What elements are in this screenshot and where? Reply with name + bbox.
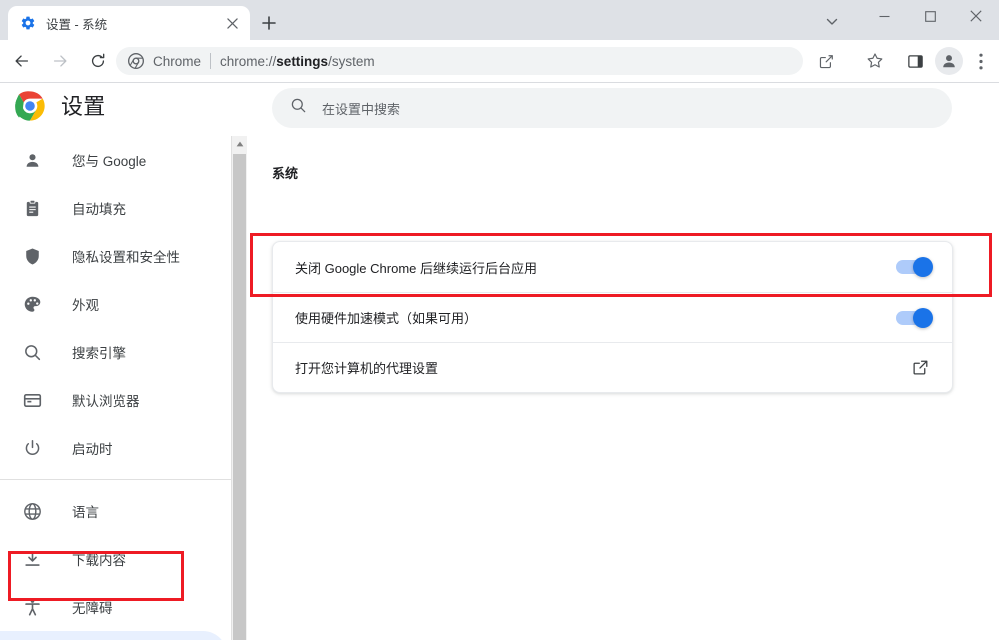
sidebar-item-autofill[interactable]: 自动填充 [0,184,227,232]
share-icon[interactable] [812,47,840,75]
setting-label: 使用硬件加速模式（如果可用） [295,311,478,326]
tab-strip: 设置 - 系统 [0,0,999,40]
window-close-button[interactable] [953,0,999,32]
accessibility-icon [22,597,42,617]
settings-main-content: 系统 关闭 Google Chrome 后继续运行后台应用 使用硬件加速模式（如… [248,136,999,640]
sidebar-item-label: 下载内容 [72,553,126,568]
sidebar-item-label: 自动填充 [72,202,126,217]
window-maximize-button[interactable] [907,0,953,32]
sidebar-item-default-browser[interactable]: 默认浏览器 [0,376,227,424]
browser-window: 设置 - 系统 Chrome chrome://settings/system … [0,0,999,640]
omnibox-brand-label: Chrome [153,53,202,69]
browser-toolbar: Chrome chrome://settings/system [0,40,999,83]
sidebar-item-label: 外观 [72,298,99,313]
sidebar-item-privacy-security[interactable]: 隐私设置和安全性 [0,232,227,280]
sidebar-item-you-and-google[interactable]: 您与 Google [0,136,227,184]
browser-window-icon [22,390,42,410]
sidebar-item-languages[interactable]: 语言 [0,487,227,535]
section-title: 系统 [272,166,299,181]
download-icon [22,549,42,569]
sidebar-item-label: 隐私设置和安全性 [72,250,180,265]
settings-card: 关闭 Google Chrome 后继续运行后台应用 使用硬件加速模式（如果可用… [272,241,953,393]
chrome-logo-icon [14,90,46,122]
sidebar-item-label: 语言 [72,505,99,520]
external-link-icon[interactable] [910,358,930,378]
scrollbar-thumb[interactable] [233,154,246,640]
tab-search-chevron-down-icon[interactable] [818,8,846,36]
search-input[interactable]: 在设置中搜索 [272,88,952,128]
setting-label: 关闭 Google Chrome 后继续运行后台应用 [295,260,537,276]
setting-label: 打开您计算机的代理设置 [295,361,439,376]
palette-icon [22,294,42,314]
sidebar-item-label: 您与 Google [72,154,147,169]
setting-row-background-apps[interactable]: 关闭 Google Chrome 后继续运行后台应用 [273,242,952,292]
sidebar-item-search-engine[interactable]: 搜索引擎 [0,328,227,376]
omnibox-separator [210,53,212,69]
settings-gear-icon [20,15,36,31]
setting-row-hardware-acceleration[interactable]: 使用硬件加速模式（如果可用） [273,292,952,342]
sidebar-item-accessibility[interactable]: 无障碍 [0,583,227,631]
sidebar-item-on-startup[interactable]: 启动时 [0,424,227,472]
globe-icon [22,501,42,521]
settings-sidebar: 您与 Google 自动填充 隐私设置和安全性 外观 搜索引擎 默认浏览器 启动… [0,136,232,640]
window-minimize-button[interactable] [861,0,907,32]
person-icon [22,150,42,170]
sidebar-scrollbar[interactable] [232,136,247,640]
background-apps-toggle[interactable] [896,257,933,277]
chrome-product-icon [128,53,144,69]
three-dot-menu-icon[interactable] [967,47,995,75]
sidebar-item-downloads[interactable]: 下载内容 [0,535,227,583]
sidebar-divider [0,479,231,480]
bookmark-star-icon[interactable] [861,47,889,75]
address-bar[interactable]: Chrome chrome://settings/system [116,47,803,75]
reload-icon[interactable] [83,46,113,76]
shield-icon [22,246,42,266]
settings-page: 设置 在设置中搜索 您与 Google 自动填充 隐私设置和安全性 外观 搜索引… [0,84,999,640]
tab-title: 设置 - 系统 [46,17,108,32]
browser-tab[interactable]: 设置 - 系统 [8,6,250,40]
scroll-up-arrow-icon[interactable] [232,136,247,152]
sidebar-item-appearance[interactable]: 外观 [0,280,227,328]
omnibox-url-text: chrome://settings/system [220,53,375,69]
tab-close-icon[interactable] [221,12,243,34]
clipboard-icon [22,198,42,218]
sidebar-item-label: 搜索引擎 [72,346,126,361]
search-icon [22,342,42,362]
search-placeholder: 在设置中搜索 [322,101,401,117]
forward-arrow-icon[interactable] [45,46,75,76]
profile-avatar-icon[interactable] [935,47,963,75]
side-panel-icon[interactable] [901,47,929,75]
setting-row-proxy-settings[interactable]: 打开您计算机的代理设置 [273,342,952,392]
sidebar-item-label: 无障碍 [72,601,113,616]
page-title: 设置 [61,94,106,119]
settings-header: 设置 在设置中搜索 [0,84,999,136]
back-arrow-icon[interactable] [7,46,37,76]
search-icon [290,97,307,119]
new-tab-button[interactable] [255,9,283,37]
sidebar-item-label: 启动时 [72,442,113,457]
toggle-knob [913,257,933,277]
toggle-knob [913,307,933,328]
sidebar-item-label: 默认浏览器 [72,394,140,409]
sidebar-item-system[interactable]: 系统 [0,631,227,640]
hardware-acceleration-toggle[interactable] [896,307,933,328]
power-icon [22,438,42,458]
